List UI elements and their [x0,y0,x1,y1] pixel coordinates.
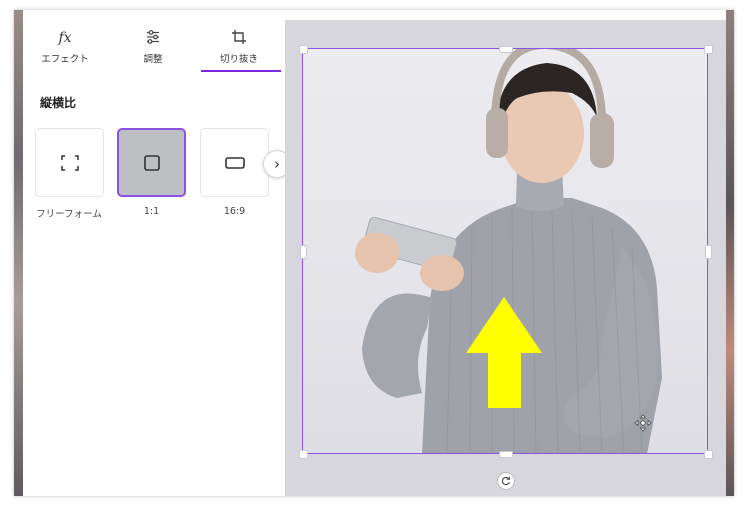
crop-icon [232,30,246,44]
crop-handle-bottom-left[interactable] [299,450,308,459]
ratio-freeform-button[interactable] [35,128,104,197]
chevron-right-icon: › [274,154,280,173]
ratio-16-9-button[interactable] [200,128,269,197]
fx-icon: fx [58,30,72,46]
side-panel: fx エフェクト 調整 切り抜き 縦横比 フリーフォーム 1:1 16:9 › [23,10,296,496]
editor-window: fx エフェクト 調整 切り抜き 縦横比 フリーフォーム 1:1 16:9 › [14,10,734,496]
tab-effects-label: エフェクト [41,54,89,65]
rotate-icon[interactable] [497,472,515,490]
move-icon[interactable] [634,414,652,436]
crop-handle-right[interactable] [705,245,712,259]
square-icon [143,154,160,171]
panel-tabs: fx エフェクト 調整 切り抜き [23,10,285,74]
wide-rectangle-icon [224,156,245,169]
crop-selection-box[interactable] [302,48,708,454]
sliders-icon [147,30,159,44]
ratio-freeform-label: フリーフォーム [36,209,102,220]
tab-crop-label: 切り抜き [219,54,258,65]
background-edge-right [726,10,734,496]
crop-handle-top-left[interactable] [299,45,308,54]
tab-adjust[interactable]: 調整 [111,10,195,72]
crop-canvas [285,20,726,496]
tab-effects[interactable]: fx エフェクト [23,10,107,72]
background-edge-left [14,10,23,496]
ratio-16-9-label: 16:9 [223,206,246,217]
crop-handle-top-right[interactable] [704,45,713,54]
crop-handle-top[interactable] [499,46,513,53]
ratio-1-1-button[interactable] [117,128,186,197]
freeform-icon [60,154,79,171]
crop-handle-bottom-right[interactable] [704,450,713,459]
tab-adjust-label: 調整 [143,54,163,65]
ratio-1-1-label: 1:1 [143,206,160,217]
tab-crop[interactable]: 切り抜き [197,10,281,72]
crop-handle-left[interactable] [300,245,307,259]
aspect-ratio-heading: 縦横比 [40,96,77,110]
crop-handle-bottom[interactable] [499,451,513,458]
